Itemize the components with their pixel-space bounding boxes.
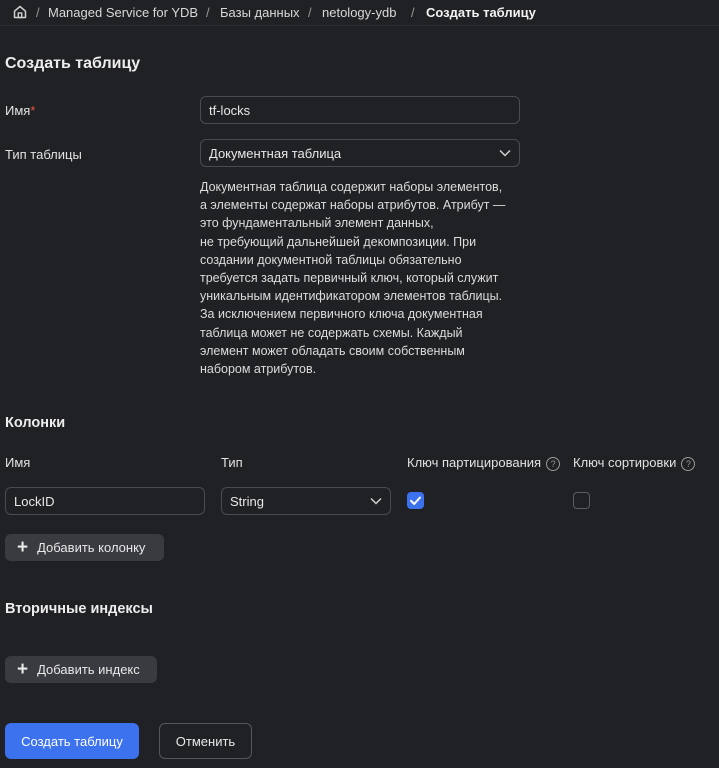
- breadcrumb-separator: /: [206, 5, 210, 20]
- sort-key-checkbox[interactable]: [573, 492, 590, 509]
- column-name-input[interactable]: [5, 487, 205, 515]
- column-header-name: Имя: [5, 455, 31, 470]
- page-title: Создать таблицу: [5, 55, 141, 72]
- plus-icon: +: [17, 537, 29, 558]
- breadcrumb-managed-service[interactable]: Managed Service for YDB: [48, 5, 198, 20]
- description-line: набором атрибутов.: [200, 362, 317, 377]
- table-type-label: Тип таблицы: [5, 147, 82, 162]
- help-icon[interactable]: ?: [546, 456, 561, 471]
- home-icon[interactable]: [12, 4, 28, 20]
- chevron-down-icon: [370, 497, 382, 505]
- column-type-value: String: [230, 493, 264, 509]
- description-line: Документная таблица содержит наборы элем…: [200, 180, 503, 194]
- description-line: создании документной таблицы обязательно: [200, 252, 462, 267]
- add-column-button[interactable]: + Добавить колонку: [5, 534, 164, 561]
- description-line: таблица может не содержать схемы. Каждый: [200, 325, 463, 340]
- breadcrumb: / Managed Service for YDB / Базы данных …: [0, 0, 719, 26]
- column-header-partition-key: Ключ партицирования?: [407, 455, 561, 471]
- cancel-button[interactable]: Отменить: [159, 723, 252, 759]
- description-line: За исключением первичного ключа документ…: [200, 307, 483, 322]
- description-line: элемент может обладать своим собственным: [200, 343, 465, 358]
- name-input[interactable]: [200, 96, 520, 124]
- column-header-type: Тип: [221, 455, 243, 470]
- description-line: уникальным идентификатором элементов таб…: [200, 289, 503, 304]
- breadcrumb-separator: /: [36, 5, 40, 20]
- table-type-description: Документная таблица содержит наборы элем…: [200, 178, 522, 378]
- breadcrumb-netology-ydb[interactable]: netology-ydb: [322, 5, 396, 20]
- add-index-label: Добавить индекс: [37, 662, 140, 677]
- required-mark: *: [30, 103, 36, 118]
- column-type-select[interactable]: String: [221, 487, 391, 515]
- breadcrumb-current: Создать таблицу: [426, 5, 536, 20]
- columns-heading: Колонки: [5, 415, 66, 431]
- add-index-button[interactable]: + Добавить индекс: [5, 656, 157, 683]
- help-icon[interactable]: ?: [681, 456, 696, 471]
- indexes-heading: Вторичные индексы: [5, 601, 153, 617]
- table-type-value: Документная таблица: [209, 145, 342, 161]
- description-line: требуется задать первичный ключ, который…: [200, 271, 499, 286]
- partition-key-checkbox[interactable]: [407, 492, 424, 509]
- create-table-button[interactable]: Создать таблицу: [5, 723, 139, 759]
- description-line: это фундаментальный элемент данных,: [200, 216, 434, 231]
- name-label: Имя*: [5, 103, 36, 118]
- breadcrumb-databases[interactable]: Базы данных: [220, 5, 300, 20]
- plus-icon: +: [17, 659, 29, 680]
- breadcrumb-separator: /: [308, 5, 312, 20]
- chevron-down-icon: [499, 149, 511, 157]
- description-line: не требующий дальнейшей декомпозиции. Пр…: [200, 234, 477, 249]
- description-line: а элементы содержат наборы атрибутов. Ат…: [200, 198, 506, 213]
- breadcrumb-separator: /: [411, 5, 415, 20]
- checkmark-icon: [410, 496, 421, 505]
- table-type-select[interactable]: Документная таблица: [200, 139, 520, 167]
- add-column-label: Добавить колонку: [37, 540, 146, 555]
- column-header-sort-key: Ключ сортировки?: [573, 455, 696, 471]
